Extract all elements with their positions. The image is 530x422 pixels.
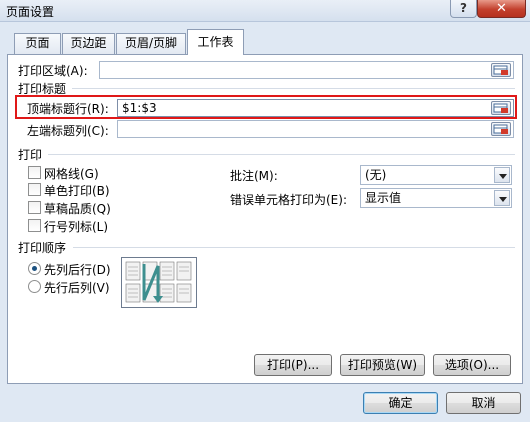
options-button[interactable]: 选项(O)... (433, 354, 511, 376)
close-button[interactable]: ✕ (477, 0, 526, 18)
print-divider (48, 154, 515, 155)
left-cols-label: 左端标题列(C): (27, 124, 109, 138)
comments-value: (无) (365, 168, 387, 182)
down-then-over-radio[interactable] (28, 262, 41, 275)
draft-quality-label: 草稿品质(Q) (44, 202, 111, 216)
top-rows-ref-button[interactable] (491, 101, 511, 115)
comments-select[interactable]: (无) (360, 165, 512, 185)
chevron-down-icon (494, 190, 510, 206)
row-col-headings-label: 行号列标(L) (44, 220, 109, 234)
left-cols-ref-button[interactable] (491, 122, 511, 136)
print-order-preview (121, 257, 197, 308)
comments-label: 批注(M): (230, 169, 278, 183)
window-title: 页面设置 (6, 5, 55, 19)
print-area-input[interactable] (99, 61, 514, 79)
errors-value: 显示值 (365, 191, 402, 205)
print-area-label: 打印区域(A): (18, 64, 88, 78)
help-button[interactable]: ? (450, 0, 477, 18)
chevron-down-icon (494, 167, 510, 183)
cancel-button[interactable]: 取消 (446, 392, 521, 414)
print-area-ref-button[interactable] (491, 63, 511, 77)
tab-sheet[interactable]: 工作表 (187, 29, 244, 55)
print-section: 打印 (18, 148, 43, 162)
print-order-icon (125, 261, 192, 303)
gridlines-checkbox[interactable] (28, 166, 41, 179)
left-cols-input[interactable] (117, 120, 514, 138)
range-select-icon (493, 65, 508, 75)
print-order-section: 打印顺序 (18, 241, 67, 255)
title-bar: 页面设置 ? ✕ (0, 0, 530, 22)
draft-quality-checkbox[interactable] (28, 201, 41, 214)
over-then-down-radio[interactable] (28, 280, 41, 293)
top-rows-input[interactable]: $1:$3 (117, 99, 514, 117)
monochrome-checkbox[interactable] (28, 183, 41, 196)
print-preview-button[interactable]: 打印预览(W) (340, 354, 425, 376)
over-then-down-label: 先行后列(V) (44, 281, 110, 295)
row-col-headings-checkbox[interactable] (28, 219, 41, 232)
range-select-icon (493, 124, 508, 134)
top-rows-label: 顶端标题行(R): (27, 102, 109, 116)
print-order-divider (73, 247, 515, 248)
range-select-icon (493, 103, 508, 113)
tab-page[interactable]: 页面 (14, 33, 61, 54)
monochrome-label: 单色打印(B) (44, 184, 110, 198)
down-then-over-label: 先列后行(D) (44, 263, 111, 277)
print-button[interactable]: 打印(P)... (254, 354, 332, 376)
errors-label: 错误单元格打印为(E): (230, 193, 347, 207)
errors-select[interactable]: 显示值 (360, 188, 512, 208)
tab-header-footer[interactable]: 页眉/页脚 (116, 33, 186, 54)
tab-margins[interactable]: 页边距 (62, 33, 115, 54)
print-titles-divider (72, 88, 515, 89)
gridlines-label: 网格线(G) (44, 167, 99, 181)
ok-button[interactable]: 确定 (363, 392, 438, 414)
